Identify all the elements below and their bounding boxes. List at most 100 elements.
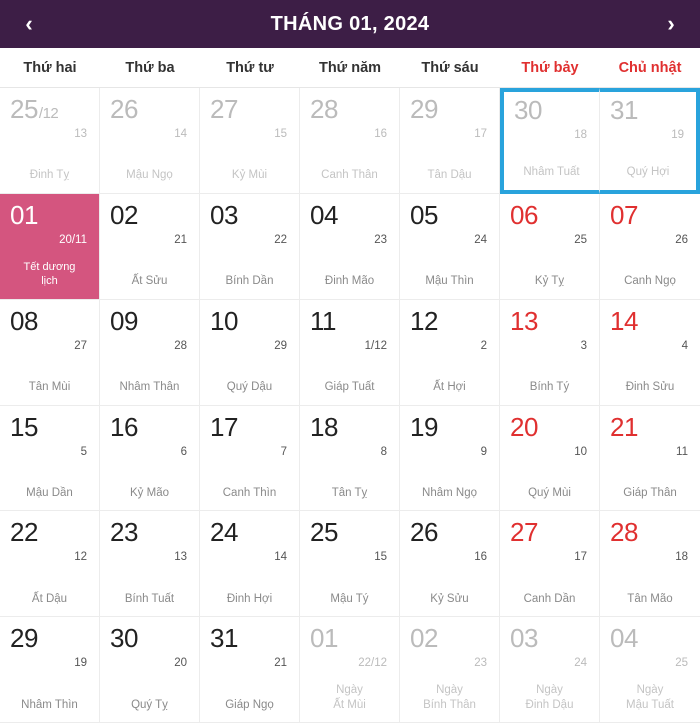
day-stem-branch-label: Nhâm Thìn [21,698,78,711]
calendar-widget: ‹ THÁNG 01, 2024 › Thứ hai Thứ ba Thứ tư… [0,0,700,723]
day-cell[interactable]: 29 17 Tân Dậu [400,88,500,194]
day-solar-number: 27 [510,517,538,548]
day-lunar-number: 19 [671,129,684,141]
day-stem-branch-label: Tân Mão [627,592,673,605]
day-lunar-number: 22/12 [358,657,387,670]
day-lunar-number: 15 [274,128,287,140]
day-cell[interactable]: 05 24 Mậu Thìn [400,193,500,300]
day-cell[interactable]: 21 11 Giáp Thân [600,405,700,512]
day-cell[interactable]: 31 21 Giáp Ngọ [200,617,300,723]
day-lunar-number: 25 [574,233,587,246]
day-cell[interactable]: 22 12 Ất Dậu [0,511,100,618]
day-stem-branch-label: Ngày Mậu Tuất [626,684,674,711]
day-solar-number: 21 [610,411,638,442]
day-solar-number: 20 [510,411,538,442]
day-lunar-number: 18 [675,551,688,564]
day-cell[interactable]: 02 21 Ất Sửu [100,193,200,300]
day-solar-month-suffix: /12 [38,105,59,122]
day-cell[interactable]: 19 9 Nhâm Ngọ [400,405,500,512]
day-cell[interactable]: 11 1/12 Giáp Tuất [300,299,400,406]
day-cell[interactable]: 30 20 Quý Tỵ [100,617,200,723]
day-solar-number: 11 [310,305,337,336]
day-lunar-number: 7 [280,445,287,458]
day-stem-branch-label: Tân Mùi [28,381,71,394]
day-cell[interactable]: 26 16 Kỷ Sửu [400,511,500,618]
day-cell[interactable]: 01 20/11 Tết dương lịch [0,193,100,300]
page-title: THÁNG 01, 2024 [270,12,430,35]
day-lunar-number: 14 [274,551,287,564]
day-cell[interactable]: 12 2 Ất Hợi [400,299,500,406]
day-stem-branch-label: Bính Tuất [124,592,175,605]
day-cell[interactable]: 28 16 Canh Thân [300,88,400,194]
day-stem-branch-label: Mậu Ngọ [126,169,173,182]
day-solar-number: 03 [210,199,238,230]
day-lunar-number: 4 [681,339,688,352]
day-cell[interactable]: 23 13 Bính Tuất [100,511,200,618]
weekday-header-wed: Thứ tư [226,59,274,76]
day-cell[interactable]: 08 27 Tân Mùi [0,299,100,406]
weekday-header-mon: Thứ hai [23,59,77,76]
day-stem-branch-label: Mậu Thìn [425,275,474,288]
day-cell[interactable]: 09 28 Nhâm Thân [100,299,200,406]
day-cell[interactable]: 14 4 Đinh Sửu [600,299,700,406]
day-lunar-number: 6 [180,445,187,458]
day-cell[interactable]: 07 26 Canh Ngọ [600,193,700,300]
day-cell[interactable]: 03 24 Ngày Đinh Dậu [500,617,600,723]
day-cell[interactable]: 29 19 Nhâm Thìn [0,617,100,723]
day-stem-branch-label: Canh Thân [321,169,378,182]
day-cell[interactable]: 04 25 Ngày Mậu Tuất [600,617,700,723]
day-lunar-number: 25 [675,657,688,670]
day-lunar-number: 1/12 [364,339,387,352]
day-lunar-number: 14 [174,128,187,140]
day-solar-number: 04 [310,199,338,230]
day-lunar-number: 26 [675,233,688,246]
day-lunar-number: 21 [274,657,287,670]
weekday-header-sat: Thứ bảy [521,59,579,76]
day-cell[interactable]: 17 7 Canh Thìn [200,405,300,512]
day-cell[interactable]: 25 15 Mậu Tý [300,511,400,618]
day-cell[interactable]: 01 22/12 Ngày Ất Mùi [300,617,400,723]
day-cell[interactable]: 18 8 Tân Tỵ [300,405,400,512]
day-stem-branch-label: Giáp Ngọ [225,698,274,711]
day-cell[interactable]: 27 17 Canh Dần [500,511,600,618]
day-solar-number: 29 [10,623,38,654]
day-cell[interactable]: 06 25 Kỷ Tỵ [500,193,600,300]
day-cell[interactable]: 16 6 Kỷ Mão [100,405,200,512]
day-cell[interactable]: 03 22 Bính Dần [200,193,300,300]
day-solar-number: 22 [10,517,38,548]
weekday-header-fri: Thứ sáu [421,59,479,76]
day-solar-number: 30 [110,623,138,654]
day-cell[interactable]: 15 5 Mậu Dần [0,405,100,512]
day-cell[interactable]: 02 23 Ngày Bính Thân [400,617,500,723]
day-cell[interactable]: 28 18 Tân Mão [600,511,700,618]
day-lunar-number: 9 [480,445,487,458]
prev-month-button[interactable]: ‹ [16,13,42,35]
day-lunar-number: 27 [74,339,87,352]
day-cell[interactable]: 04 23 Đinh Mão [300,193,400,300]
day-cell[interactable]: 24 14 Đinh Hợi [200,511,300,618]
day-cell[interactable]: 30 18 Nhâm Tuất [500,88,600,194]
next-month-button[interactable]: › [658,13,684,35]
day-stem-branch-label: Tết dương lịch [23,261,76,287]
day-cell[interactable]: 31 19 Quý Hợi [600,88,700,194]
day-solar-number: 02 [410,623,438,654]
day-stem-branch-label: Quý Mùi [528,486,571,499]
day-cell[interactable]: 13 3 Bính Tý [500,299,600,406]
day-stem-branch-label: Quý Dậu [226,381,273,394]
day-stem-branch-label: Giáp Tuất [324,381,375,394]
day-solar-number: 27 [210,94,238,124]
day-stem-branch-label: Tân Dậu [427,169,472,182]
day-lunar-number: 20/11 [59,233,87,246]
day-cell[interactable]: 20 10 Quý Mùi [500,405,600,512]
day-cell[interactable]: 10 29 Quý Dậu [200,299,300,406]
weekday-header-row: Thứ hai Thứ ba Thứ tư Thứ năm Thứ sáu Th… [0,48,700,88]
day-cell[interactable]: 26 14 Mậu Ngọ [100,88,200,194]
day-stem-branch-label: Mậu Tý [330,592,369,605]
day-stem-branch-label: Kỷ Mão [130,486,169,499]
day-lunar-number: 8 [380,445,387,458]
day-lunar-number: 24 [474,233,487,246]
day-cell[interactable]: 27 15 Kỷ Mùi [200,88,300,194]
day-cell[interactable]: 25/12 13 Đinh Tỵ [0,88,100,194]
day-solar-number: 13 [510,305,538,336]
day-solar-number: 15 [10,411,38,442]
